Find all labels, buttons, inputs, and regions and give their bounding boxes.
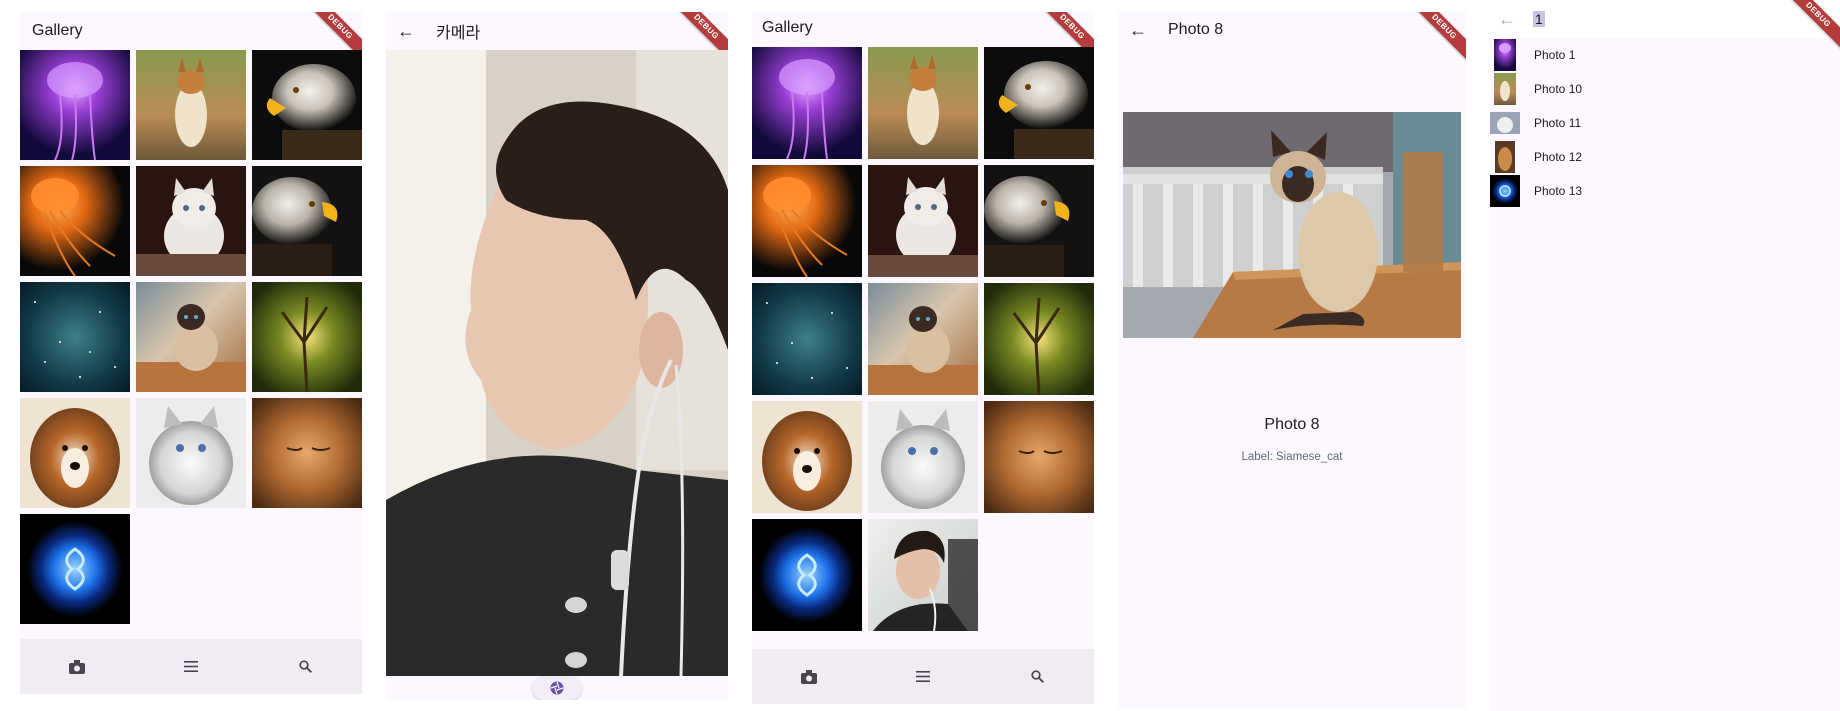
camera-button[interactable] xyxy=(57,647,97,687)
camera-icon xyxy=(801,669,817,684)
photo-thumb-3[interactable] xyxy=(984,47,1094,159)
photo-thumb-14[interactable] xyxy=(868,519,978,631)
search-icon xyxy=(298,660,312,673)
list-item-thumb xyxy=(1490,140,1520,174)
page-title: 카메라 xyxy=(436,25,481,42)
search-bar: ← 1 xyxy=(1490,0,1840,38)
list-item[interactable]: Photo 13 xyxy=(1490,174,1840,208)
photo-thumb-11[interactable] xyxy=(868,401,978,513)
app-bar: Gallery xyxy=(752,12,1094,44)
page-title: Gallery xyxy=(32,22,83,39)
search-input[interactable]: 1 xyxy=(1533,11,1545,27)
menu-button[interactable] xyxy=(903,657,943,697)
camera-icon xyxy=(69,659,85,674)
back-arrow-icon[interactable]: ← xyxy=(1126,18,1150,42)
photo-thumb-2[interactable] xyxy=(136,50,246,160)
photo-thumb-10[interactable] xyxy=(20,398,130,508)
photo-grid xyxy=(752,47,1094,631)
app-bar: ← 카메라 xyxy=(386,12,728,50)
photo-thumb-10[interactable] xyxy=(752,401,862,513)
photo-thumb-5[interactable] xyxy=(136,166,246,276)
photo-thumb-8[interactable] xyxy=(868,283,978,395)
list-item-thumb xyxy=(1490,38,1520,72)
camera-preview xyxy=(386,50,728,676)
shutter-area xyxy=(386,676,728,700)
photo-thumb-9[interactable] xyxy=(984,283,1094,395)
list-item[interactable]: Photo 11 xyxy=(1490,106,1840,140)
photo-thumb-12[interactable] xyxy=(252,398,362,508)
list-item[interactable]: Photo 12 xyxy=(1490,140,1840,174)
photo-thumb-13[interactable] xyxy=(752,519,862,631)
photo-thumb-2[interactable] xyxy=(868,47,978,159)
photo-thumb-5[interactable] xyxy=(868,165,978,277)
list-item-label: Photo 10 xyxy=(1534,82,1583,96)
menu-button[interactable] xyxy=(171,647,211,687)
list-item-thumb xyxy=(1490,174,1520,208)
photo-thumb-11[interactable] xyxy=(136,398,246,508)
photo-thumb-4[interactable] xyxy=(20,166,130,276)
photo-caption-title: Photo 8 xyxy=(1264,416,1320,433)
shutter-icon xyxy=(550,681,564,695)
list-item-label: Photo 11 xyxy=(1534,116,1582,130)
list-item[interactable]: Photo 10 xyxy=(1490,72,1840,106)
list-item-thumb xyxy=(1490,106,1520,140)
list-item-label: Photo 12 xyxy=(1534,150,1583,164)
photo-caption: Photo 8 Label: Siamese_cat xyxy=(1118,416,1466,463)
photo-thumb-1[interactable] xyxy=(20,50,130,160)
photo-thumb-4[interactable] xyxy=(752,165,862,277)
back-arrow-icon[interactable]: ← xyxy=(394,19,418,43)
gallery-screen: Gallery DEBUG xyxy=(20,12,362,694)
photo-thumb-6[interactable] xyxy=(984,165,1094,277)
photo-thumb-12[interactable] xyxy=(984,401,1094,513)
shutter-button[interactable] xyxy=(532,676,582,700)
menu-icon xyxy=(184,661,198,672)
photo-grid xyxy=(20,50,362,624)
photo-detail-screen: ← Photo 8 DEBUG Photo 8 Label: Siamese_c… xyxy=(1118,12,1466,708)
camera-screen: ← 카메라 DEBUG xyxy=(386,12,728,700)
photo-thumb-6[interactable] xyxy=(252,166,362,276)
photo-thumb-9[interactable] xyxy=(252,282,362,392)
camera-button[interactable] xyxy=(789,657,829,697)
search-button[interactable] xyxy=(1017,657,1057,697)
photo-caption-label: Label: Siamese_cat xyxy=(1241,451,1343,463)
photo-large xyxy=(1123,112,1461,338)
app-bar: ← Photo 8 xyxy=(1118,12,1466,48)
list-item-label: Photo 13 xyxy=(1534,184,1583,198)
list-item-label: Photo 1 xyxy=(1534,48,1576,62)
photo-thumb-13[interactable] xyxy=(20,514,130,624)
photo-thumb-1[interactable] xyxy=(752,47,862,159)
photo-thumb-8[interactable] xyxy=(136,282,246,392)
search-button[interactable] xyxy=(285,647,325,687)
list-item-thumb xyxy=(1490,72,1520,106)
page-title: Photo 8 xyxy=(1168,21,1224,38)
list-item[interactable]: Photo 1 xyxy=(1490,38,1840,72)
photo-thumb-7[interactable] xyxy=(752,283,862,395)
search-icon xyxy=(1030,670,1044,683)
bottom-nav-bar xyxy=(752,649,1094,704)
page-title: Gallery xyxy=(762,19,813,36)
back-arrow-icon[interactable]: ← xyxy=(1495,7,1519,31)
app-bar: Gallery xyxy=(20,12,362,50)
photo-thumb-3[interactable] xyxy=(252,50,362,160)
bottom-nav-bar xyxy=(20,639,362,694)
search-results-screen: ← 1 DEBUG Photo 1 Photo 10 Photo 11 Phot… xyxy=(1490,0,1840,711)
photo-thumb-7[interactable] xyxy=(20,282,130,392)
menu-icon xyxy=(916,671,930,682)
gallery-screen-updated: Gallery DEBUG xyxy=(752,12,1094,704)
results-list: Photo 1 Photo 10 Photo 11 Photo 12 Photo… xyxy=(1490,38,1840,208)
